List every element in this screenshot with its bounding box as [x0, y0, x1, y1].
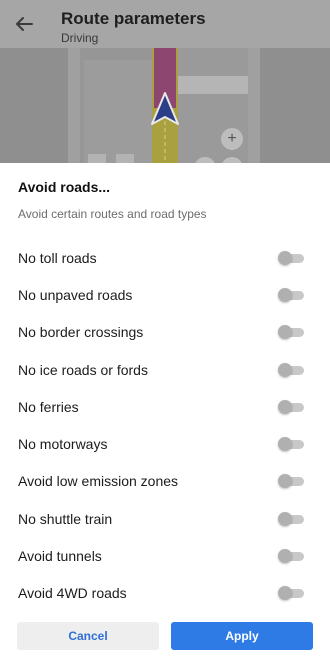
avoid-option-toggle[interactable] — [278, 362, 304, 377]
avoid-option-label: Avoid tunnels — [18, 548, 102, 565]
avoid-option-label: No ferries — [18, 398, 79, 415]
avoid-option-label: No unpaved roads — [18, 286, 133, 303]
avoid-option-row[interactable]: No toll roads — [0, 239, 330, 276]
avoid-option-row[interactable]: Avoid tunnels — [0, 537, 330, 574]
avoid-roads-sheet: Avoid roads... Avoid certain routes and … — [0, 163, 330, 664]
avoid-option-toggle[interactable] — [278, 549, 304, 564]
toggle-thumb — [278, 586, 292, 601]
avoid-option-label: Avoid 4WD roads — [18, 585, 127, 602]
avoid-option-label: No motorways — [18, 436, 108, 453]
avoid-option-toggle[interactable] — [278, 511, 304, 526]
avoid-option-row[interactable]: No ferries — [0, 388, 330, 425]
sheet-description: Avoid certain routes and road types — [18, 207, 207, 221]
avoid-option-label: No shuttle train — [18, 510, 113, 527]
avoid-option-row[interactable]: No motorways — [0, 425, 330, 462]
toggle-thumb — [278, 287, 292, 302]
avoid-option-toggle[interactable] — [278, 474, 304, 489]
avoid-option-row[interactable]: Avoid 4WD roads — [0, 575, 330, 612]
toggle-thumb — [278, 549, 292, 564]
avoid-option-toggle[interactable] — [278, 586, 304, 601]
avoid-option-label: No toll roads — [18, 249, 97, 266]
avoid-option-toggle[interactable] — [278, 399, 304, 414]
avoid-options-list: No toll roads No unpaved roads No border c… — [0, 239, 330, 612]
avoid-option-label: No ice roads or fords — [18, 361, 148, 378]
toggle-thumb — [278, 399, 292, 414]
avoid-option-row[interactable]: No shuttle train — [0, 500, 330, 537]
zoom-in-button[interactable]: + — [220, 127, 244, 151]
back-arrow-icon[interactable] — [12, 12, 36, 36]
avoid-option-row[interactable]: No ice roads or fords — [0, 351, 330, 388]
avoid-option-row[interactable]: No unpaved roads — [0, 276, 330, 313]
toggle-thumb — [278, 511, 292, 526]
avoid-option-row[interactable]: Avoid low emission zones — [0, 463, 330, 500]
avoid-option-toggle[interactable] — [278, 250, 304, 265]
map-view[interactable]: + — [0, 48, 330, 164]
cancel-button[interactable]: Cancel — [17, 622, 159, 650]
avoid-option-label: No border crossings — [18, 324, 144, 341]
avoid-option-label: Avoid low emission zones — [18, 473, 179, 490]
avoid-option-toggle[interactable] — [278, 325, 304, 340]
toggle-thumb — [278, 250, 292, 265]
app-bar: Route parameters Driving — [0, 0, 330, 48]
avoid-option-toggle[interactable] — [278, 437, 304, 452]
page-subtitle: Driving — [61, 31, 99, 45]
toggle-thumb — [278, 437, 292, 452]
sheet-title: Avoid roads... — [18, 179, 111, 195]
navigation-arrow-icon — [151, 92, 179, 125]
toggle-thumb — [278, 325, 292, 340]
apply-button[interactable]: Apply — [171, 622, 313, 650]
page-title: Route parameters — [61, 9, 206, 28]
avoid-option-toggle[interactable] — [278, 287, 304, 302]
toggle-thumb — [278, 362, 292, 377]
toggle-thumb — [278, 474, 292, 489]
avoid-option-row[interactable]: No border crossings — [0, 314, 330, 351]
